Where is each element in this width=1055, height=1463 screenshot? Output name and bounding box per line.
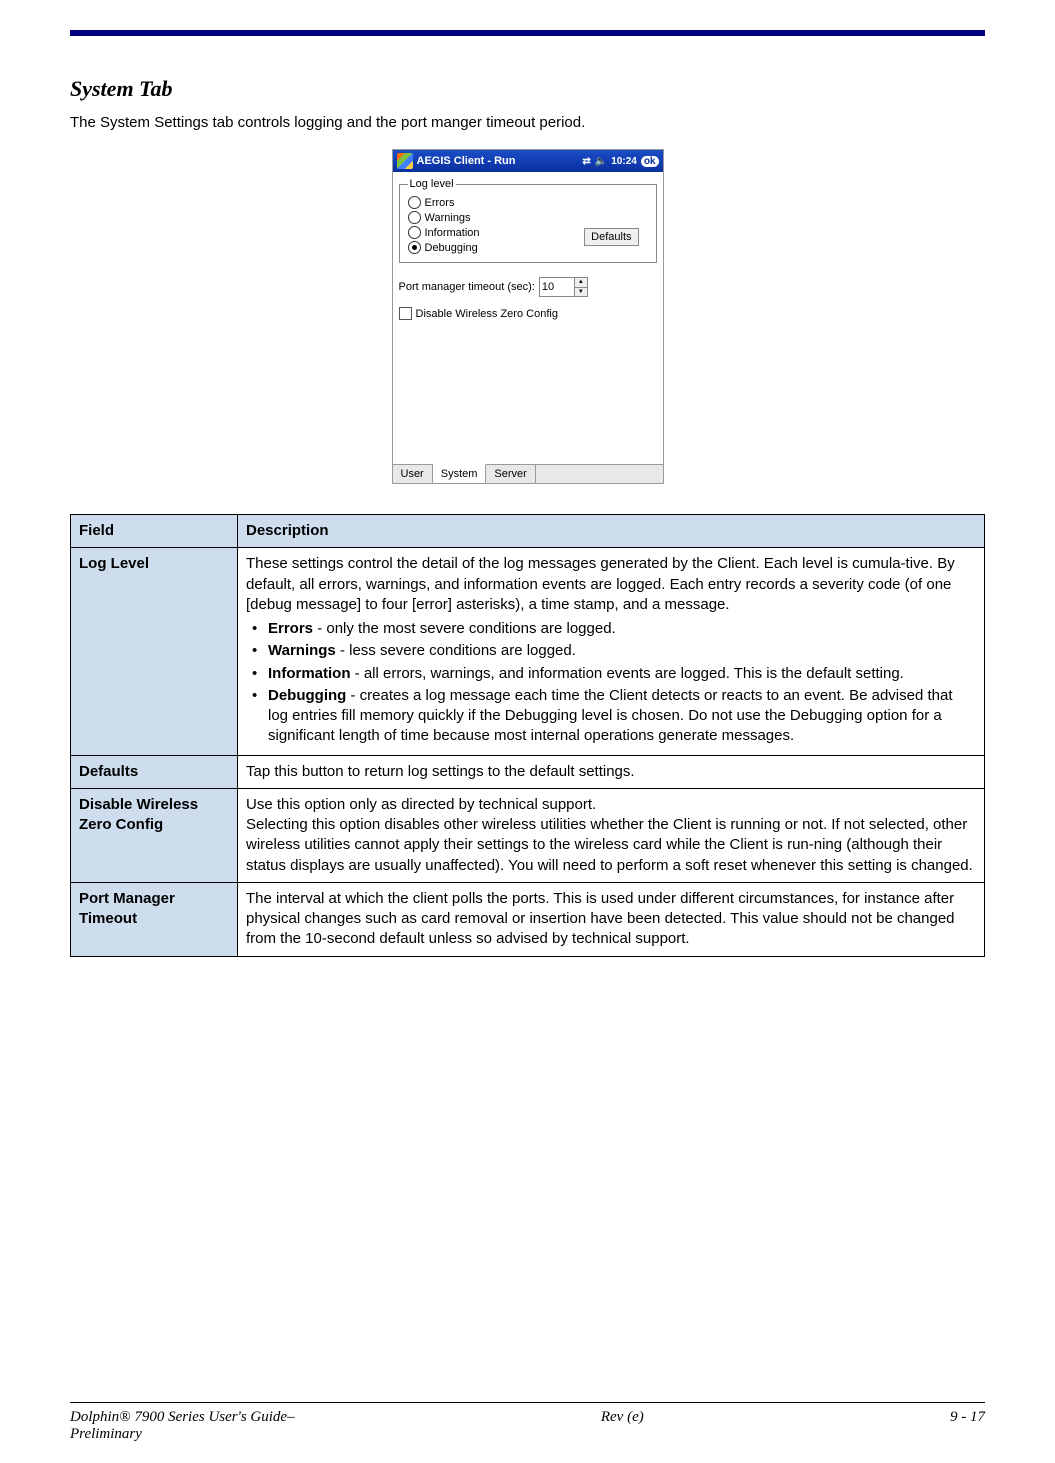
col-desc-header: Description: [238, 515, 985, 548]
window-title: AEGIS Client - Run: [417, 155, 583, 167]
description-table: Field Description Log Level These settin…: [70, 514, 985, 957]
spinner-down-icon[interactable]: ▼: [575, 288, 587, 297]
desc-disable-wireless: Use this option only as directed by tech…: [238, 788, 985, 882]
top-rule: [70, 30, 985, 36]
titlebar: AEGIS Client - Run ⇄ 🔈 10:24 ok: [393, 150, 663, 172]
table-row: Port Manager Timeout The interval at whi…: [71, 882, 985, 956]
radio-errors[interactable]: [408, 196, 421, 209]
radio-debugging-label: Debugging: [425, 242, 478, 254]
field-port-manager: Port Manager Timeout: [71, 882, 238, 956]
table-row: Defaults Tap this button to return log s…: [71, 755, 985, 788]
radio-information-label: Information: [425, 227, 480, 239]
field-defaults: Defaults: [71, 755, 238, 788]
defaults-button[interactable]: Defaults: [584, 228, 638, 246]
table-row: Log Level These settings control the det…: [71, 548, 985, 755]
screenshot-window: AEGIS Client - Run ⇄ 🔈 10:24 ok Log leve…: [392, 149, 664, 484]
port-manager-spinner[interactable]: ▲ ▼: [539, 277, 588, 297]
connectivity-icon[interactable]: ⇄: [582, 156, 590, 167]
ok-button[interactable]: ok: [641, 156, 659, 167]
page-footer: Dolphin® 7900 Series User's Guide– Preli…: [70, 1402, 985, 1443]
radio-information[interactable]: [408, 226, 421, 239]
footer-rev: Rev (e): [601, 1409, 644, 1443]
footer-guide-title: Dolphin® 7900 Series User's Guide–: [70, 1409, 295, 1425]
field-disable-wireless: Disable Wireless Zero Config: [71, 788, 238, 882]
volume-icon[interactable]: 🔈: [595, 156, 607, 167]
tab-bar: User System Server: [393, 464, 663, 483]
disable-wireless-checkbox[interactable]: [399, 307, 412, 320]
desc-log-level: These settings control the detail of the…: [238, 548, 985, 755]
footer-page-number: 9 - 17: [950, 1409, 985, 1443]
desc-port-manager: The interval at which the client polls t…: [238, 882, 985, 956]
tab-user[interactable]: User: [393, 465, 433, 483]
log-level-legend: Log level: [408, 178, 456, 190]
tab-server[interactable]: Server: [486, 465, 535, 483]
clock[interactable]: 10:24: [611, 156, 637, 167]
radio-debugging[interactable]: [408, 241, 421, 254]
section-title: System Tab: [70, 76, 985, 102]
desc-defaults: Tap this button to return log settings t…: [238, 755, 985, 788]
footer-preliminary: Preliminary: [70, 1426, 142, 1442]
intro-paragraph: The System Settings tab controls logging…: [70, 114, 985, 131]
table-row: Disable Wireless Zero Config Use this op…: [71, 788, 985, 882]
tab-system[interactable]: System: [433, 464, 487, 483]
log-level-group: Log level Errors Warnings Information De…: [399, 178, 657, 263]
radio-warnings-label: Warnings: [425, 212, 471, 224]
radio-errors-label: Errors: [425, 197, 455, 209]
start-icon[interactable]: [397, 153, 413, 169]
radio-warnings[interactable]: [408, 211, 421, 224]
col-field-header: Field: [71, 515, 238, 548]
port-manager-label: Port manager timeout (sec):: [399, 281, 535, 293]
field-log-level: Log Level: [71, 548, 238, 755]
port-manager-input[interactable]: [540, 278, 574, 296]
disable-wireless-label: Disable Wireless Zero Config: [416, 308, 558, 320]
spinner-up-icon[interactable]: ▲: [575, 278, 587, 288]
